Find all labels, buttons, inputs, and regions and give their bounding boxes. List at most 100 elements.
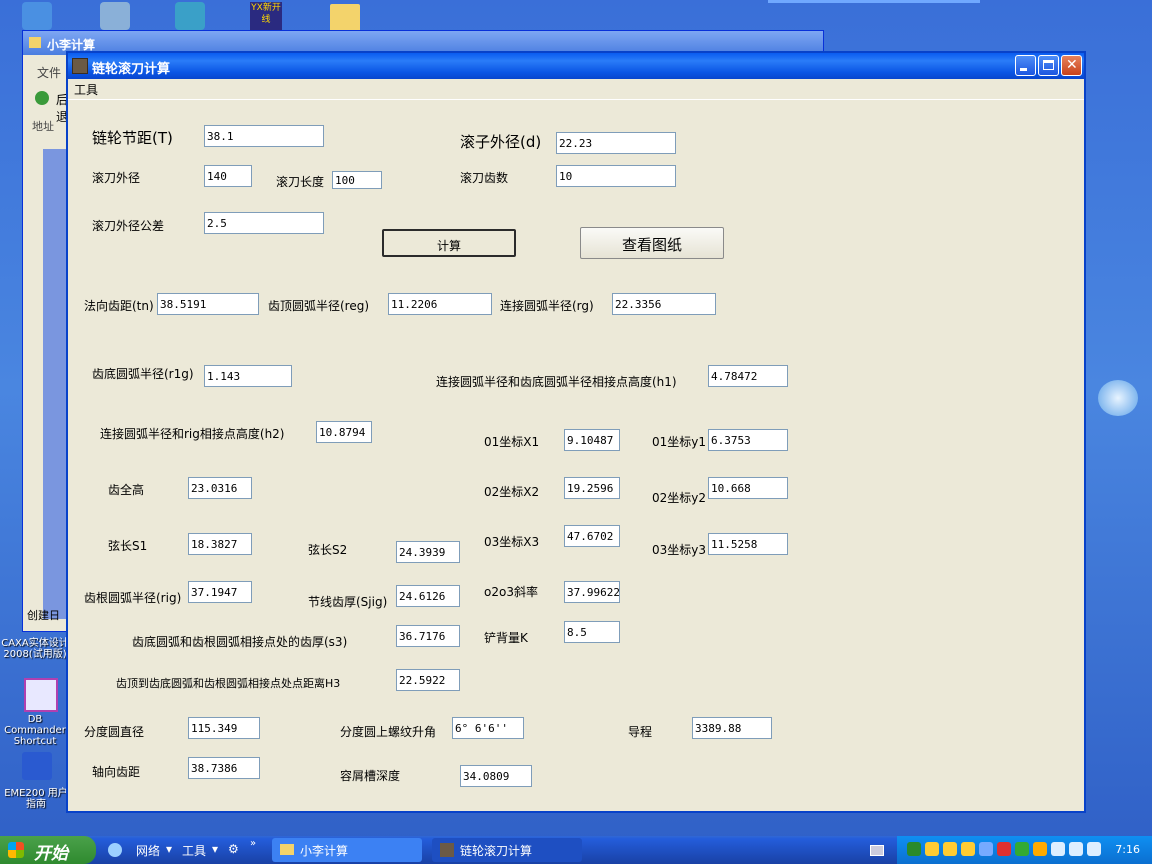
axial-pitch-input[interactable]: 38.7386: [188, 757, 260, 779]
toolbar-tools[interactable]: 工具: [182, 842, 206, 864]
bg-menu-file[interactable]: 文件: [37, 64, 61, 81]
tray-icon-5[interactable]: [979, 842, 993, 856]
rg-label: 连接圆弧半径(rg): [500, 299, 594, 313]
o2x-input[interactable]: 19.2596: [564, 477, 620, 499]
desktop-icon-3[interactable]: [175, 2, 205, 30]
view-drawing-button[interactable]: 查看图纸: [580, 227, 724, 259]
desktop-icon-2[interactable]: [100, 2, 130, 30]
toolbar-network[interactable]: 网络: [136, 842, 160, 864]
rg-input[interactable]: 22.3356: [612, 293, 716, 315]
rig-label: 齿根圆弧半径(rig): [84, 591, 182, 605]
maximize-button[interactable]: [1038, 55, 1059, 76]
start-label: 开始: [34, 844, 68, 864]
reg-input[interactable]: 11.2206: [388, 293, 492, 315]
pitch-label: 链轮节距(T): [92, 129, 173, 147]
hob-len-input[interactable]: 100: [332, 171, 382, 189]
tn-input[interactable]: 38.5191: [157, 293, 259, 315]
roller-input[interactable]: 22.23: [556, 132, 676, 154]
task-label: 链轮滚刀计算: [460, 844, 533, 858]
close-icon: ✕: [1066, 57, 1078, 73]
dbc-icon[interactable]: [24, 678, 58, 712]
h3-input[interactable]: 22.5922: [396, 669, 460, 691]
minimize-button[interactable]: [1015, 55, 1036, 76]
menu-tools[interactable]: 工具: [74, 81, 98, 98]
h2-input[interactable]: 10.8794: [316, 421, 372, 443]
reg-label: 齿顶圆弧半径(reg): [268, 299, 370, 313]
eme-icon[interactable]: [22, 752, 52, 780]
task-xiaoli-calc[interactable]: 小李计算: [272, 838, 422, 862]
hob-teeth-input[interactable]: 10: [556, 165, 676, 187]
k-label: 铲背量K: [484, 631, 528, 645]
close-button[interactable]: ✕: [1061, 55, 1082, 76]
tray-icon-8[interactable]: [1033, 842, 1047, 856]
quick-launch-ie-icon[interactable]: [108, 843, 122, 857]
slope-input[interactable]: 37.996226: [564, 581, 620, 603]
eme-label: EME200 用户指南: [4, 788, 68, 810]
o1y-input[interactable]: 6.3753: [708, 429, 788, 451]
full-height-input[interactable]: 23.0316: [188, 477, 252, 499]
lead-angle-input[interactable]: 6° 6'6'': [452, 717, 524, 739]
tray-icon-9[interactable]: [1051, 842, 1065, 856]
pitch-input[interactable]: 38.1: [204, 125, 324, 147]
tray-icon-2[interactable]: [925, 842, 939, 856]
s1-input[interactable]: 18.3827: [188, 533, 252, 555]
keyboard-icon[interactable]: [870, 845, 884, 856]
pcd-label: 分度圆直径: [84, 725, 145, 739]
desktop-icon-1[interactable]: [22, 2, 52, 30]
tray-icon-4[interactable]: [961, 842, 975, 856]
s3-label: 齿底圆弧和齿根圆弧相接点处的齿厚(s3): [132, 635, 348, 649]
bg-task-pane: [43, 149, 67, 619]
clock: 7:16: [1115, 843, 1140, 856]
windows-logo-icon: [8, 842, 24, 858]
toolbar-extra-icon[interactable]: ⚙: [228, 842, 239, 864]
r1g-input[interactable]: 1.143: [204, 365, 292, 387]
o2x-label: 02坐标X2: [484, 485, 540, 499]
o2y-input[interactable]: 10.668: [708, 477, 788, 499]
sjig-input[interactable]: 24.6126: [396, 585, 460, 607]
volume-icon[interactable]: [1087, 842, 1101, 856]
tray-icon-10[interactable]: [1069, 842, 1083, 856]
tray-icon-3[interactable]: [943, 842, 957, 856]
s2-input[interactable]: 24.3939: [396, 541, 460, 563]
shield-icon[interactable]: [997, 842, 1011, 856]
calculate-button[interactable]: 计算: [382, 229, 516, 257]
chip-depth-input[interactable]: 34.0809: [460, 765, 532, 787]
s3-input[interactable]: 36.7176: [396, 625, 460, 647]
h1-input[interactable]: 4.78472: [708, 365, 788, 387]
hob-dia-input[interactable]: 140: [204, 165, 252, 187]
s2-label: 弦长S2: [308, 543, 348, 557]
chevron-down-icon[interactable]: ▾: [166, 842, 172, 864]
form-area: 链轮节距(T) 38.1 滚子外径(d) 22.23 滚刀外径 140 滚刀长度…: [68, 99, 1084, 811]
chevron-down-icon[interactable]: ▾: [212, 842, 218, 864]
dbc-label: DB Commander Shortcut: [4, 714, 66, 747]
hob-calc-window[interactable]: 链轮滚刀计算 ✕ 工具 链轮节距(T) 38.1 滚子外径(d) 22.23 滚…: [66, 51, 1086, 813]
app-icon: [440, 843, 454, 857]
task-hob-calc[interactable]: 链轮滚刀计算: [432, 838, 582, 862]
hob-teeth-label: 滚刀齿数: [460, 171, 509, 185]
pcd-input[interactable]: 115.349: [188, 717, 260, 739]
start-button[interactable]: 开始: [0, 836, 96, 864]
s1-label: 弦长S1: [108, 539, 148, 553]
tray-icon-7[interactable]: [1015, 842, 1029, 856]
back-icon[interactable]: [35, 91, 49, 105]
o3y-label: 03坐标y3: [652, 543, 707, 557]
o1x-label: 01坐标X1: [484, 435, 540, 449]
full-height-label: 齿全高: [108, 483, 145, 497]
chevron-right-icon[interactable]: »: [250, 838, 256, 860]
o1x-input[interactable]: 9.10487: [564, 429, 620, 451]
lead-input[interactable]: 3389.88: [692, 717, 772, 739]
tray-icon-1[interactable]: [907, 842, 921, 856]
taskbar: 开始 网络 ▾ 工具 ▾ ⚙ » 小李计算 链轮滚刀计算 7:16: [0, 836, 1152, 864]
window-titlebar[interactable]: 链轮滚刀计算 ✕: [68, 53, 1084, 79]
o3y-input[interactable]: 11.5258: [708, 533, 788, 555]
k-input[interactable]: 8.5: [564, 621, 620, 643]
folder-icon: [280, 844, 294, 855]
bg-back-label[interactable]: 后退: [56, 91, 66, 125]
hob-dia-label: 滚刀外径: [92, 171, 141, 185]
o3x-input[interactable]: 47.6702: [564, 525, 620, 547]
rig-input[interactable]: 37.1947: [188, 581, 252, 603]
ie-icon[interactable]: [1098, 380, 1138, 416]
desktop-icon-yx[interactable]: YX新开线: [250, 2, 282, 30]
hob-tol-input[interactable]: 2.5: [204, 212, 324, 234]
folder-icon[interactable]: [330, 4, 360, 32]
